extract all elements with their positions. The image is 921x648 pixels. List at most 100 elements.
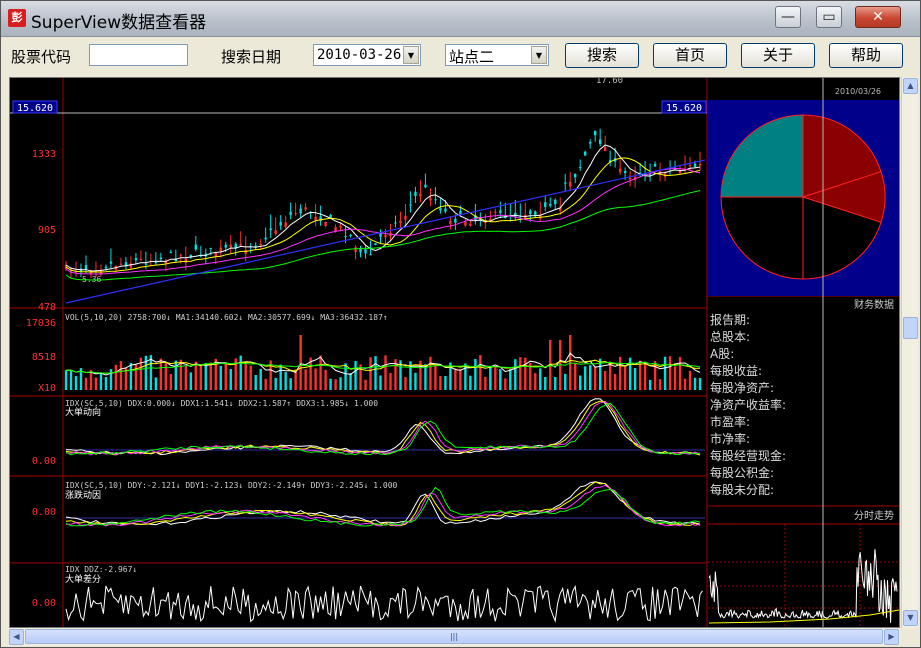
volume-bar	[274, 377, 277, 390]
volume-bar	[439, 375, 442, 390]
candle-body	[588, 141, 592, 144]
vertical-scroll-thumb[interactable]	[903, 317, 918, 339]
site-select[interactable]: 站点二 ▼	[445, 44, 549, 66]
chart-canvas[interactable]: 2010/03/26 财务数据 报告期: 总股本: A股: 每股收益: 每股净资产: 净资…	[10, 78, 899, 627]
ddz-line	[65, 584, 703, 623]
volume-bar	[64, 370, 68, 390]
candle-body	[429, 197, 432, 201]
volume-bar	[99, 373, 103, 390]
scroll-left-button[interactable]: ◀	[9, 629, 24, 645]
search-button[interactable]: 搜索	[565, 43, 639, 68]
volume-bar	[613, 374, 617, 390]
volume-bar	[259, 368, 262, 390]
volume-bar	[204, 362, 207, 390]
ind3-subtitle: 大单差分	[65, 573, 101, 585]
candle-body	[424, 184, 427, 188]
volume-bar	[169, 374, 173, 390]
volume-bar	[264, 378, 267, 390]
title-bar[interactable]: 彭 SuperView数据查看器 — ▭ ✕	[1, 1, 920, 37]
candle-body	[374, 243, 377, 246]
volume-bar	[159, 358, 163, 390]
candle-body	[394, 222, 397, 224]
volume-bar	[184, 365, 188, 390]
ma60-line	[65, 190, 701, 281]
scroll-down-button[interactable]: ▼	[903, 610, 918, 626]
volume-bar	[698, 378, 702, 390]
about-button[interactable]: 关于	[741, 43, 815, 68]
scroll-up-button[interactable]: ▲	[903, 78, 918, 94]
candle-body	[159, 257, 163, 259]
volume-bar	[504, 378, 507, 390]
ind2-legend: IDX(SC,5,10) DDY:-2.121↓ DDY1:-2.123↓ DD…	[65, 481, 398, 490]
indicator-line	[65, 400, 701, 456]
volume-bar	[628, 357, 632, 390]
candle-body	[439, 207, 442, 211]
finance-row-label: 报告期:	[710, 312, 750, 327]
volume-bars	[64, 335, 702, 390]
high-price-label: 17.60	[596, 78, 623, 86]
horizontal-scroll-thumb[interactable]: |||	[25, 629, 883, 644]
volume-bar	[424, 364, 427, 390]
volume-bar	[688, 370, 692, 390]
volume-bar	[154, 377, 158, 390]
intraday-title: 分时走势	[854, 509, 894, 522]
candle-body	[229, 244, 232, 248]
help-button[interactable]: 帮助	[829, 43, 903, 68]
candle-body	[693, 163, 697, 167]
volume-bar	[209, 362, 212, 390]
stock-code-input[interactable]	[89, 44, 188, 66]
price-tag-left-text: 15.620	[17, 103, 53, 114]
finance-row-label: 每股收益:	[710, 363, 762, 378]
maximize-button[interactable]: ▭	[816, 6, 842, 28]
volume-bar	[239, 355, 242, 390]
home-button[interactable]: 首页	[653, 43, 727, 68]
pie-chart	[720, 114, 886, 280]
app-logo-icon: 彭	[8, 9, 26, 27]
volume-bar	[569, 335, 572, 390]
volume-axis-2: 8518	[32, 352, 56, 363]
date-select[interactable]: 2010-03-26 ▼	[313, 44, 421, 66]
intraday-chart	[708, 524, 899, 627]
candle-body	[194, 244, 197, 250]
finance-row-label: 总股本:	[710, 330, 750, 344]
scroll-right-button[interactable]: ▶	[884, 629, 899, 645]
volume-bar	[618, 356, 622, 390]
candle-body	[269, 228, 272, 231]
finance-title: 财务数据	[854, 298, 894, 311]
price-axis-1: 1333	[32, 149, 56, 160]
minimize-button[interactable]: —	[775, 6, 801, 28]
volume-bar	[539, 368, 542, 390]
volume-bar	[469, 375, 472, 390]
volume-bar	[324, 369, 327, 390]
vertical-scrollbar[interactable]: ▲ ▼	[901, 77, 918, 628]
volume-bar	[254, 375, 257, 390]
horizontal-scrollbar[interactable]: ◀ ||| ▶	[9, 628, 900, 645]
window-title: SuperView数据查看器	[31, 13, 207, 33]
date-dropdown-icon[interactable]: ▼	[403, 46, 419, 64]
candle-body	[598, 139, 602, 145]
volume-bar	[364, 379, 367, 390]
toolbar: 股票代码 搜索日期 2010-03-26 ▼ 站点二 ▼ 搜索 首页 关于 帮助	[1, 38, 920, 74]
volume-bar	[608, 361, 612, 390]
candle-body	[274, 230, 277, 234]
candle-body	[529, 210, 532, 215]
volume-bar	[444, 376, 447, 390]
stock-chart-area[interactable]: 2010/03/26 财务数据 报告期: 总股本: A股: 每股收益: 每股净资产: 净资…	[9, 77, 900, 628]
volume-bar	[603, 371, 607, 390]
volume-bar	[678, 357, 682, 390]
candle-body	[419, 193, 422, 197]
candle-body	[698, 163, 702, 166]
candle-body	[264, 237, 267, 240]
volume-bar	[249, 365, 252, 390]
site-dropdown-icon[interactable]: ▼	[531, 46, 547, 64]
volume-bar	[84, 377, 88, 390]
volume-bar	[544, 376, 547, 390]
indicator3-lines	[65, 584, 703, 623]
volume-bar	[349, 373, 352, 390]
candle-body	[399, 220, 402, 224]
volume-bar	[588, 365, 592, 390]
candle-body	[134, 258, 138, 261]
close-button[interactable]: ✕	[855, 6, 901, 28]
volume-bar	[574, 362, 577, 390]
ind1-zero: 0.00	[32, 456, 56, 467]
